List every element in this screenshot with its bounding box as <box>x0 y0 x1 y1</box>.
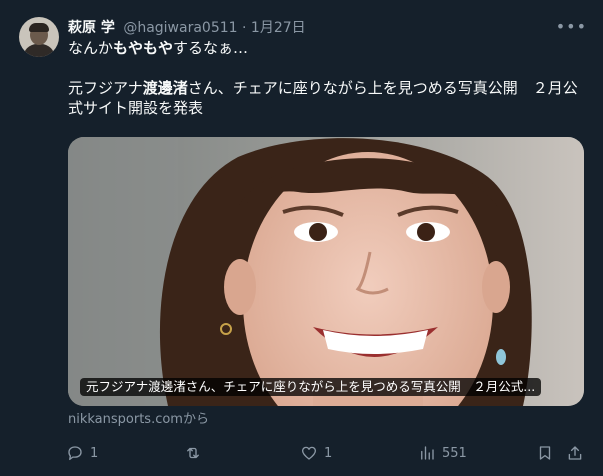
card-source[interactable]: nikkansports.comから <box>68 412 209 428</box>
like-count: 1 <box>324 445 333 461</box>
tweet-line-2: 元フジアナ渡邊渚さん、チェアに座りながら上を見つめる写真公開 ２月公 <box>68 78 586 98</box>
more-dots-icon[interactable]: ••• <box>556 17 587 37</box>
author-handle[interactable]: @hagiwara0511 <box>123 20 237 36</box>
link-card[interactable]: 元フジアナ渡邊渚さん、チェアに座りながら上を見つめる写真公開 ２月公式... <box>68 137 584 406</box>
tweet-line-3: 式サイト開設を発表 <box>68 99 204 117</box>
tweet[interactable]: 萩原 学 @hagiwara0511 · 1月27日 ••• なんかもやもやする… <box>0 0 603 476</box>
card-caption: 元フジアナ渡邊渚さん、チェアに座りながら上を見つめる写真公開 ２月公式... <box>80 378 542 396</box>
tweet-line-1-end: するなぁ… <box>173 39 249 57</box>
tweet-line-1-bold: もやもや <box>113 39 174 57</box>
author-name[interactable]: 萩原 学 <box>68 20 115 36</box>
reply-button[interactable]: 1 <box>66 440 98 466</box>
views-count: 551 <box>442 445 467 461</box>
tweet-line-2-end: さん、チェアに座りながら上を見つめる写真公開 ２月公 <box>187 79 578 97</box>
card-photo <box>68 137 584 406</box>
like-button[interactable]: 1 <box>300 440 332 466</box>
reply-bubble-icon <box>68 446 82 461</box>
heart-icon <box>301 446 317 460</box>
bookmark-icon <box>539 446 551 460</box>
bookmark-button[interactable] <box>536 440 554 466</box>
avatar-body-shape <box>23 44 55 57</box>
views-button[interactable]: 551 <box>418 440 467 466</box>
tweet-line-2-start: 元フジアナ <box>68 79 143 97</box>
share-icon <box>568 446 582 460</box>
retweet-button[interactable] <box>184 440 208 466</box>
reply-count: 1 <box>90 445 99 461</box>
retweet-icon <box>187 447 199 459</box>
tweet-line-1: なんかもやもやするなぁ… <box>68 38 586 58</box>
tweet-date[interactable]: 1月27日 <box>251 20 306 36</box>
tweet-line-1-start: なんか <box>68 39 114 57</box>
analytics-bars-icon <box>421 446 434 460</box>
tweet-header: 萩原 学 @hagiwara0511 · 1月27日 <box>68 18 306 38</box>
avatar-hair-shape <box>29 23 49 32</box>
tweet-text: なんかもやもやするなぁ… 元フジアナ渡邊渚さん、チェアに座りながら上を見つめる写… <box>68 38 586 118</box>
tweet-line-2-bold: 渡邊渚 <box>142 79 188 97</box>
header-separator: · <box>242 20 247 36</box>
action-bar: 1 1 551 <box>56 440 592 466</box>
share-button[interactable] <box>566 440 584 466</box>
avatar[interactable] <box>19 17 59 57</box>
